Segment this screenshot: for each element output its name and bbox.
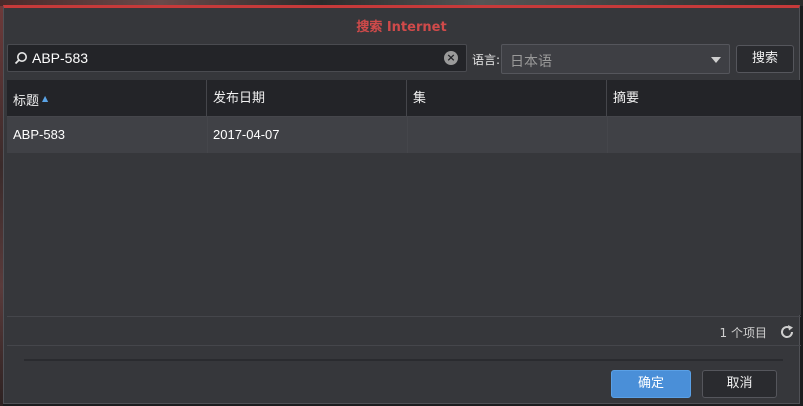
table-footer: 1 个项目 xyxy=(7,316,801,346)
ok-button[interactable]: 确定 xyxy=(611,370,691,398)
column-divider xyxy=(207,116,208,153)
cell-summary xyxy=(607,117,801,153)
language-label: 语言: xyxy=(472,53,501,67)
search-icon xyxy=(14,52,27,65)
clear-icon[interactable]: × xyxy=(444,51,458,65)
cell-episode xyxy=(407,117,607,153)
language-selected-value: 日本语 xyxy=(510,54,552,70)
refresh-icon[interactable] xyxy=(779,324,795,340)
column-header-summary[interactable]: 摘要 xyxy=(607,80,801,117)
column-header-release-date[interactable]: 发布日期 xyxy=(207,80,407,117)
column-header-label: 标题 xyxy=(13,94,40,109)
item-count: 1 个项目 xyxy=(719,326,767,340)
column-header-episode[interactable]: 集 xyxy=(407,80,607,117)
cell-title: ABP-583 xyxy=(13,127,66,142)
cell-release-date: 2017-04-07 xyxy=(213,127,280,142)
divider xyxy=(24,359,783,361)
sort-ascending-icon: ▲ xyxy=(42,94,49,103)
table-row[interactable]: ABP-583 2017-04-07 xyxy=(7,117,801,153)
cancel-button[interactable]: 取消 xyxy=(702,370,777,398)
search-box[interactable]: × xyxy=(7,44,467,72)
column-divider xyxy=(607,116,608,153)
language-select[interactable]: 日本语 xyxy=(501,44,730,74)
column-header-title[interactable]: 标题 ▲ xyxy=(7,80,207,117)
table-header: 标题 ▲ 发布日期 集 摘要 xyxy=(7,80,801,117)
chevron-down-icon xyxy=(711,57,721,63)
search-button[interactable]: 搜索 xyxy=(736,45,794,73)
column-divider xyxy=(407,116,408,153)
dialog-title: 搜索 Internet xyxy=(356,20,447,35)
search-internet-dialog: 搜索 Internet × 语言: 日本语 搜索 标题▲ 发布日期 集 摘要 A… xyxy=(3,5,801,404)
search-input[interactable] xyxy=(32,48,432,68)
results-table: 标题 ▲ 发布日期 集 摘要 ABP-583 2017-04-07 xyxy=(7,80,801,315)
